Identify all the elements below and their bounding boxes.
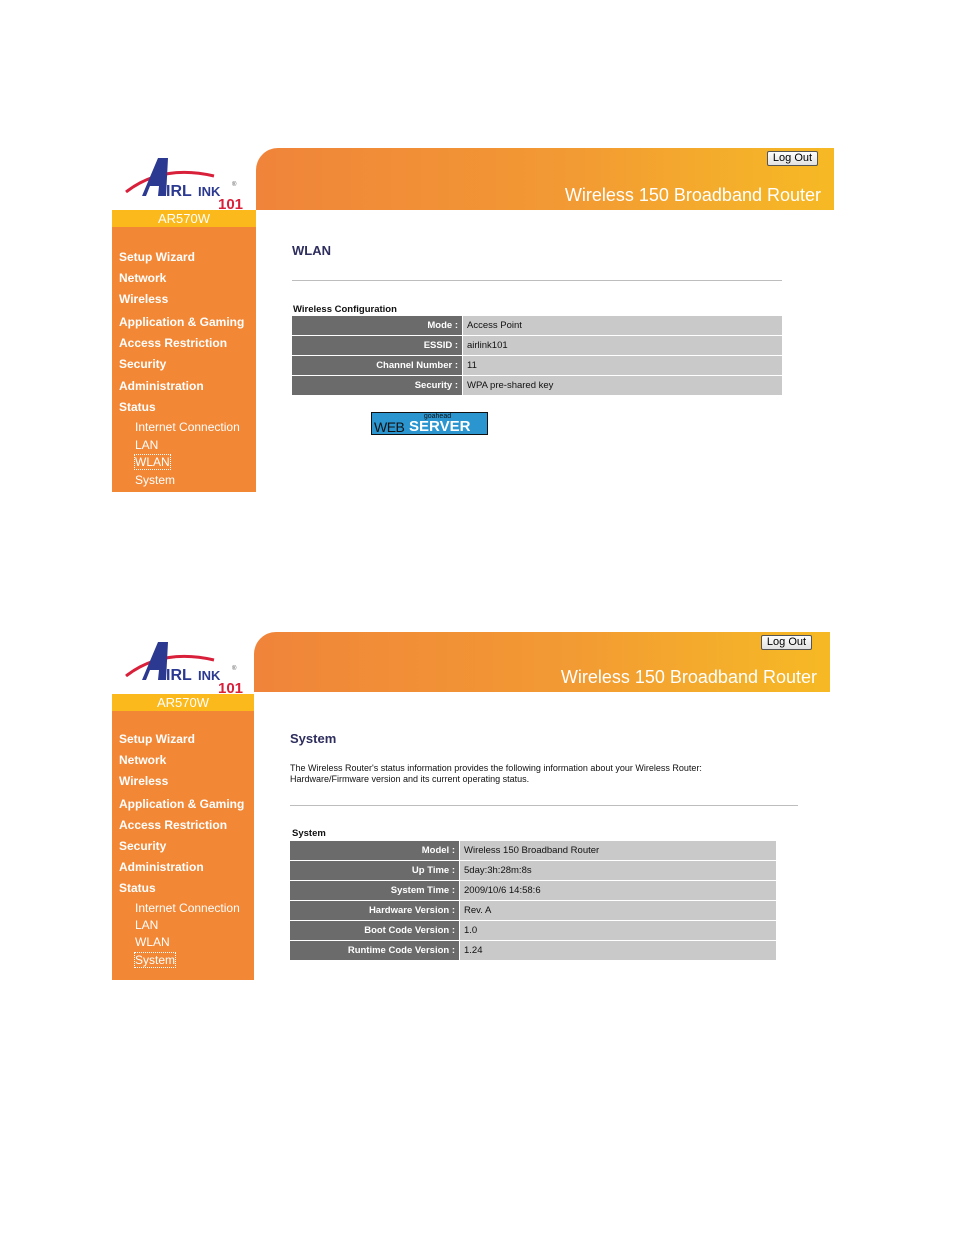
subitem-label: Internet Connection [135,420,240,434]
sidebar-item-access-restriction[interactable]: Access Restriction [119,818,227,832]
subitem-label: WLAN [134,454,171,470]
header-title: Wireless 150 Broadband Router [560,667,817,687]
header-banner: Log Out Wireless 150 Broadband Router [254,632,830,692]
row-key: System Time : [290,880,460,901]
sidebar-item-administration[interactable]: Administration [119,860,204,874]
sidebar-item-access-restriction[interactable]: Access Restriction [119,336,227,350]
sidebar-item-status[interactable]: Status [119,881,156,895]
system-info-table: Model : Wireless 150 Broadband Router Up … [290,841,776,961]
sidebar-item-setup-wizard[interactable]: Setup Wizard [119,732,195,746]
sidebar-item-network[interactable]: Network [119,753,166,767]
row-key: Security : [292,375,463,396]
sidebar-item-network[interactable]: Network [119,271,166,285]
subitem-label: System [133,952,177,968]
table-row: System Time :2009/10/6 14:58:6 [290,880,776,901]
sidebar-subitem-wlan[interactable]: WLAN [134,454,171,470]
system-status-panel: IRL INK ® 101 AR570W Setup Wizard Networ… [112,632,830,980]
sidebar-item-wireless[interactable]: Wireless [119,292,168,306]
table-row: Security : WPA pre-shared key [292,375,782,396]
row-value: 5day:3h:28m:8s [459,860,776,881]
row-key: Up Time : [290,860,460,881]
subitem-label: WLAN [135,935,170,949]
header-banner: Log Out Wireless 150 Broadband Router [256,148,834,210]
subitem-label: System [135,473,176,487]
table-row: Hardware Version : Rev. A [290,900,776,921]
svg-text:®: ® [232,665,237,672]
sidebar-item-status[interactable]: Status [119,400,156,414]
table-row: Channel Number :11 [292,355,782,376]
section-label: System [292,828,326,839]
table-row: ESSID : airlink101 [292,335,782,356]
wireless-config-table: Mode : Access Point ESSID : airlink101 Cha… [292,316,782,396]
row-value: 1.0 [459,920,776,941]
airlink-logo-icon: IRL INK ® 101 [125,158,243,210]
row-value: 11 [462,355,782,376]
row-value: WPA pre-shared key [462,375,782,396]
page-title: WLAN [292,243,331,258]
row-key: Model : [290,841,460,861]
sidebar-item-application-gaming[interactable]: Application & Gaming [119,315,244,329]
badge-web-text: WEB [374,419,405,435]
svg-text:IRL: IRL [166,183,192,200]
subitem-label: LAN [135,918,159,932]
sidebar-item-setup-wizard[interactable]: Setup Wizard [119,250,195,264]
row-key: Hardware Version : [290,900,460,921]
section-label: Wireless Configuration [293,304,397,315]
row-value: Access Point [462,316,782,336]
table-row: Boot Code Version :1.0 [290,920,776,941]
svg-text:101: 101 [218,680,243,694]
row-key: Channel Number : [292,355,463,376]
badge-server-text: SERVER [409,418,471,435]
row-key: ESSID : [292,335,463,356]
row-key: Boot Code Version : [290,920,460,941]
row-value: 1.24 [459,940,776,961]
sidebar-item-security[interactable]: Security [119,839,166,853]
page-description: The Wireless Router's status information… [290,763,702,785]
logout-button[interactable]: Log Out [761,635,812,650]
sidebar-subitem-system[interactable]: System [133,952,177,968]
page-title: System [290,731,337,746]
goahead-webserver-badge: goahead WEB SERVER [371,412,488,435]
sidebar-subitem-wlan[interactable]: WLAN [135,935,170,949]
airlink-logo: IRL INK ® 101 [112,632,256,694]
model-label: AR570W [112,210,256,227]
table-row: Up Time :5day:3h:28m:8s [290,860,776,881]
header-title: Wireless 150 Broadband Router [564,185,821,205]
sidebar-subitem-internet-connection[interactable]: Internet Connection [135,420,240,434]
model-label: AR570W [112,694,254,711]
svg-text:101: 101 [218,196,243,210]
subitem-label: LAN [135,438,159,452]
airlink-logo-icon: IRL INK ® 101 [125,642,243,694]
row-value: 2009/10/6 14:58:6 [459,880,776,901]
sidebar-item-wireless[interactable]: Wireless [119,774,168,788]
divider [292,280,782,281]
sidebar-subitem-internet-connection[interactable]: Internet Connection [135,901,240,915]
airlink-logo: IRL INK ® 101 [112,148,256,210]
svg-text:IRL: IRL [166,667,192,684]
sidebar-subitem-system[interactable]: System [135,473,175,487]
row-value: Wireless 150 Broadband Router [459,841,776,861]
sidebar-item-security[interactable]: Security [119,357,166,371]
sidebar-nav: Setup Wizard Network Wireless Applicatio… [112,711,254,980]
logout-button[interactable]: Log Out [767,151,818,166]
description-line: Hardware/Firmware version and its curren… [290,774,530,784]
divider [290,805,798,806]
sidebar-item-application-gaming[interactable]: Application & Gaming [119,797,244,811]
description-line: The Wireless Router's status information… [290,763,702,773]
sidebar-subitem-lan[interactable]: LAN [135,918,158,932]
row-key: Runtime Code Version : [290,940,460,961]
sidebar-nav: Setup Wizard Network Wireless Applicatio… [112,227,256,492]
row-value: airlink101 [462,335,782,356]
table-row: Runtime Code Version :1.24 [290,940,776,961]
row-key: Mode : [292,316,463,336]
sidebar-subitem-lan[interactable]: LAN [135,438,158,452]
table-row: Model : Wireless 150 Broadband Router [290,841,776,861]
table-row: Mode : Access Point [292,316,782,336]
wlan-status-panel: IRL INK ® 101 AR570W Setup Wizard Networ… [112,148,834,493]
row-value: Rev. A [459,900,776,921]
svg-text:®: ® [232,181,237,188]
subitem-label: Internet Connection [135,901,240,915]
sidebar-item-administration[interactable]: Administration [119,379,204,393]
